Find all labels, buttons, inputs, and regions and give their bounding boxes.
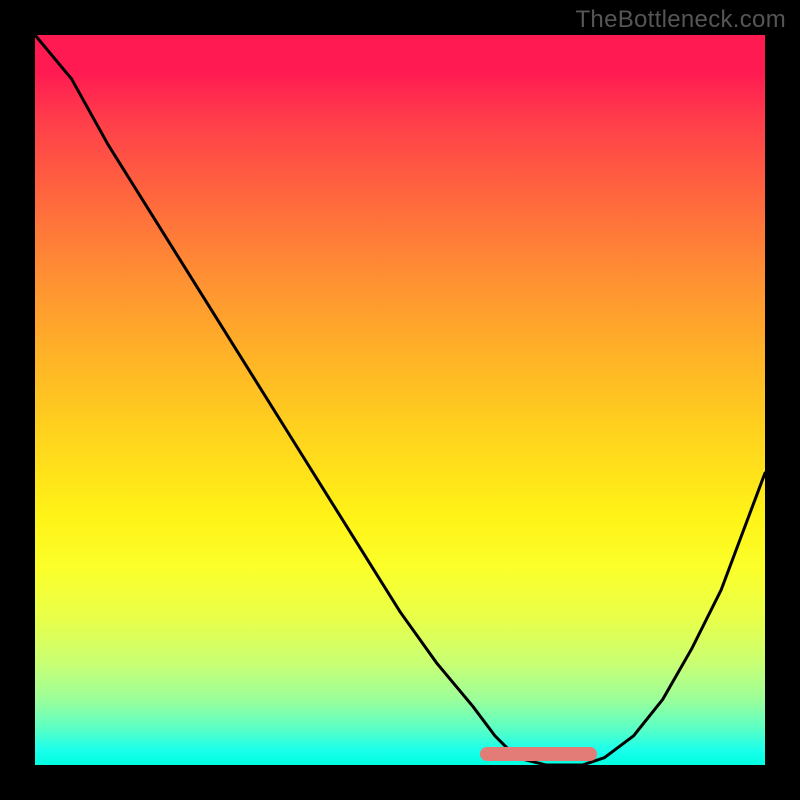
bottleneck-curve xyxy=(35,35,765,765)
plot-area xyxy=(35,35,765,765)
watermark-text: TheBottleneck.com xyxy=(575,6,786,34)
optimal-range-marker xyxy=(480,747,597,761)
chart-stage: TheBottleneck.com xyxy=(0,0,800,800)
